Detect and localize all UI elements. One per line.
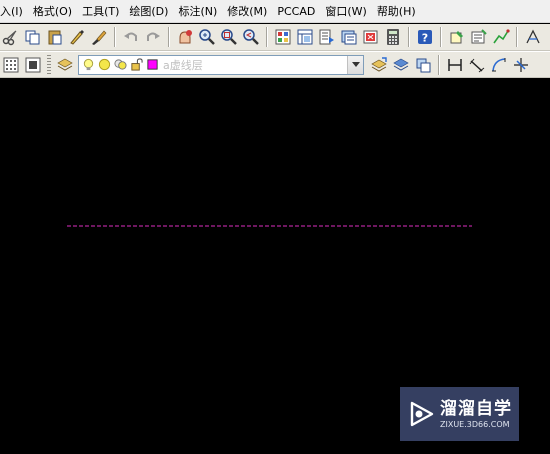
svg-text:?: ? xyxy=(422,32,428,45)
chevron-down-icon[interactable] xyxy=(347,55,363,74)
dimension-icon[interactable] xyxy=(522,26,544,48)
toolbar-separator xyxy=(266,27,268,47)
menu-help[interactable]: 帮助(H) xyxy=(372,0,421,23)
make-current-icon[interactable] xyxy=(368,54,390,76)
menu-draw[interactable]: 绘图(D) xyxy=(124,0,173,23)
snap-settings-icon[interactable] xyxy=(0,54,22,76)
layer-unlock-icon[interactable] xyxy=(129,58,143,72)
logo-icon xyxy=(410,401,434,427)
paste-icon[interactable] xyxy=(44,26,66,48)
help-icon[interactable]: ? xyxy=(414,26,436,48)
layer-viewport-icon[interactable] xyxy=(113,58,127,72)
layer-dropdown[interactable]: a虚线层 xyxy=(78,54,364,75)
polyline-icon[interactable] xyxy=(490,26,512,48)
toolbar-separator xyxy=(438,54,440,75)
menu-insert[interactable]: 入(I) xyxy=(0,0,28,23)
ordinate-dim-icon[interactable] xyxy=(510,54,532,76)
layer-on-icon[interactable] xyxy=(81,58,95,72)
toolbar-grip[interactable] xyxy=(47,54,51,75)
layers-toolbar: a虚线层 xyxy=(0,51,550,78)
design-center-icon[interactable] xyxy=(294,26,316,48)
aligned-dim-icon[interactable] xyxy=(466,54,488,76)
markup-icon[interactable] xyxy=(360,26,382,48)
menu-tools[interactable]: 工具(T) xyxy=(77,0,124,23)
redo-icon[interactable] xyxy=(142,26,164,48)
layout-icon[interactable] xyxy=(22,54,44,76)
match-properties-icon[interactable] xyxy=(66,26,88,48)
toolbar-separator xyxy=(114,27,116,47)
watermark-url: ZIXUE.3D66.COM xyxy=(440,419,510,429)
menu-pccad[interactable]: PCCAD xyxy=(272,0,320,23)
arc-dim-icon[interactable] xyxy=(488,54,510,76)
block-editor-icon[interactable] xyxy=(446,26,468,48)
watermark: 溜溜自学 ZIXUE.3D66.COM xyxy=(400,387,519,441)
layer-states-icon[interactable] xyxy=(412,54,434,76)
brush-icon[interactable] xyxy=(88,26,110,48)
menu-bar: 入(I) 格式(O) 工具(T) 绘图(D) 标注(N) 修改(M) PCCAD… xyxy=(0,0,550,23)
watermark-title: 溜溜自学 xyxy=(440,398,512,419)
current-layer-name: a虚线层 xyxy=(163,58,203,72)
menu-window[interactable]: 窗口(W) xyxy=(320,0,371,23)
zoom-realtime-icon[interactable] xyxy=(196,26,218,48)
toolbar-separator xyxy=(168,27,170,47)
menu-dimension[interactable]: 标注(N) xyxy=(173,0,222,23)
zoom-previous-icon[interactable] xyxy=(240,26,262,48)
sheet-set-icon[interactable] xyxy=(338,26,360,48)
layer-color-swatch xyxy=(145,58,159,72)
attribute-icon[interactable] xyxy=(468,26,490,48)
cut-icon[interactable] xyxy=(0,26,22,48)
toolbar-separator xyxy=(440,27,442,47)
toolbar-separator xyxy=(408,27,410,47)
layer-properties-icon[interactable] xyxy=(54,54,76,76)
menu-format[interactable]: 格式(O) xyxy=(28,0,77,23)
copy-icon[interactable] xyxy=(22,26,44,48)
undo-icon[interactable] xyxy=(120,26,142,48)
toolbar-separator xyxy=(516,27,518,47)
tool-palettes-icon[interactable] xyxy=(316,26,338,48)
layer-previous-icon[interactable] xyxy=(390,54,412,76)
menu-modify[interactable]: 修改(M) xyxy=(222,0,272,23)
zoom-window-icon[interactable] xyxy=(218,26,240,48)
calculator-icon[interactable] xyxy=(382,26,404,48)
pan-icon[interactable] xyxy=(174,26,196,48)
linear-dim-icon[interactable] xyxy=(444,54,466,76)
standard-toolbar: ? xyxy=(0,24,550,51)
properties-icon[interactable] xyxy=(272,26,294,48)
layer-thaw-icon[interactable] xyxy=(97,58,111,72)
